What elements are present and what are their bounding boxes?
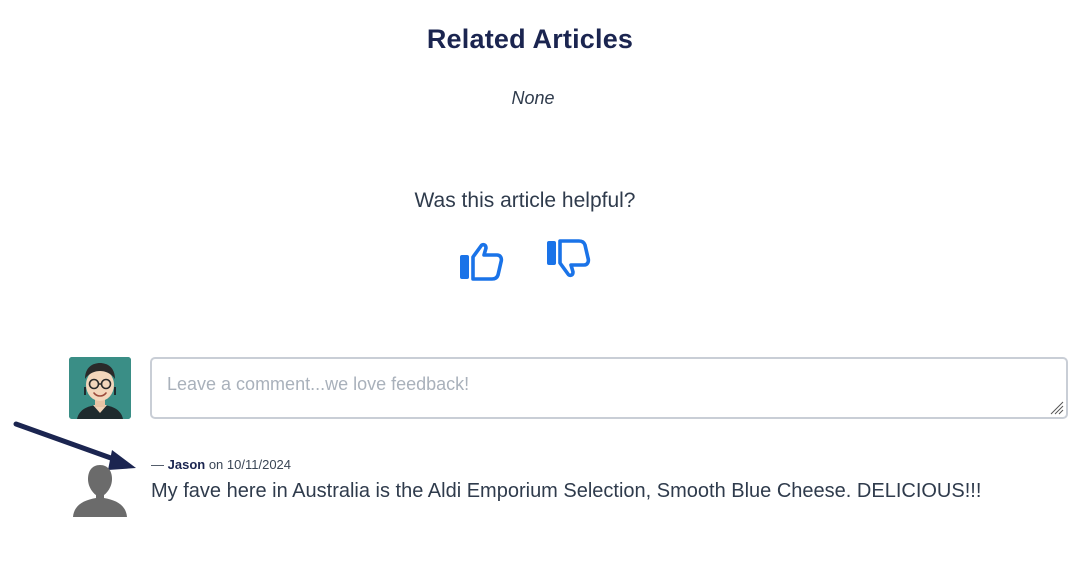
user-avatar-icon: [69, 357, 131, 419]
comment-author[interactable]: Jason: [168, 457, 206, 472]
thumbs-up-button[interactable]: [457, 236, 505, 284]
default-person-icon: [73, 465, 127, 517]
thumbs-up-icon: [460, 242, 504, 281]
comment-input-box[interactable]: [150, 357, 1068, 419]
thumbs-down-icon: [547, 239, 591, 278]
helpful-question: Was this article helpful?: [414, 189, 636, 212]
comment-input[interactable]: [152, 359, 1066, 417]
comment-date: 10/11/2024: [226, 457, 292, 472]
thumbs-down-button[interactable]: [544, 236, 592, 284]
comment-dash: —: [151, 457, 164, 472]
current-user-avatar: [69, 357, 131, 419]
resize-handle-icon[interactable]: [1048, 399, 1064, 415]
related-articles-none: None: [511, 88, 555, 108]
related-articles-heading: Related Articles: [426, 24, 634, 54]
commenter-avatar: [72, 461, 128, 517]
comment-text: My fave here in Australia is the Aldi Em…: [151, 480, 982, 502]
comment-meta: — Jason on 10/11/2024: [151, 457, 291, 472]
comment-on-word: on: [208, 457, 224, 472]
